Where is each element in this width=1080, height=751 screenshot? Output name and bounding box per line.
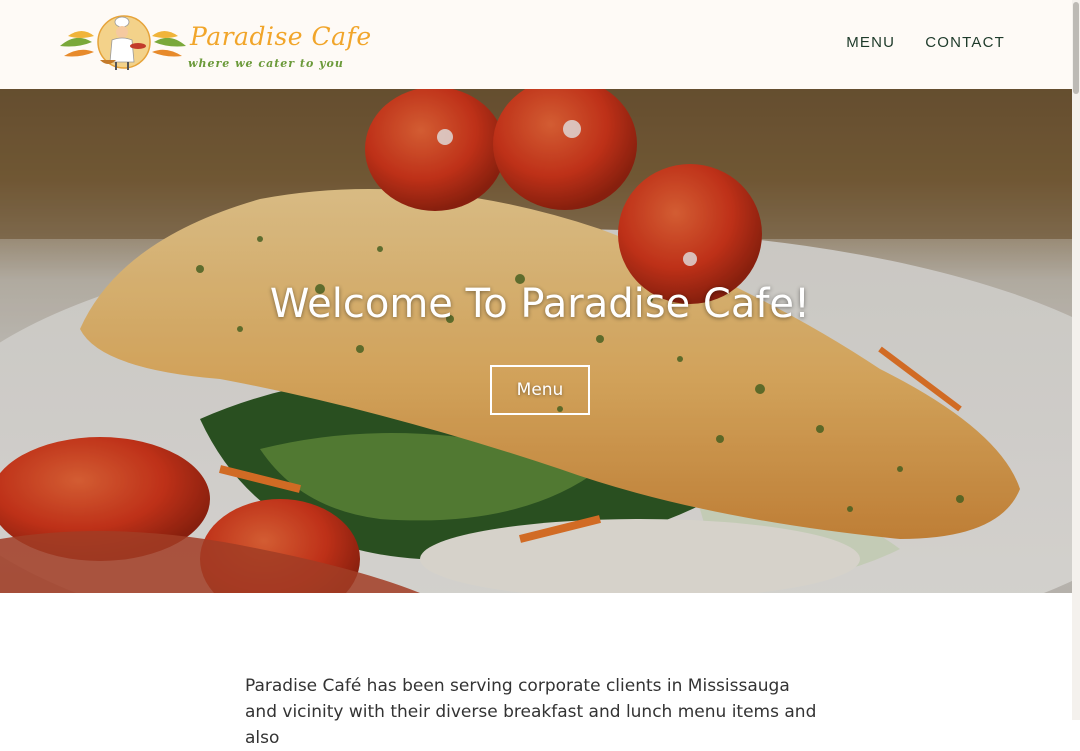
page-scrollbar[interactable] — [1072, 0, 1080, 720]
logo-link[interactable]: Paradise Cafe where we cater to you — [58, 12, 371, 76]
main-nav: MENU CONTACT — [846, 34, 1005, 51]
site-header: Paradise Cafe where we cater to you MENU… — [0, 0, 1072, 89]
chef-logo-icon — [60, 15, 186, 70]
intro-paragraph: Paradise Café has been serving corporate… — [245, 676, 817, 748]
hero-overlay — [0, 89, 1080, 593]
nav-contact-link[interactable]: CONTACT — [925, 34, 1005, 51]
hero-title: Welcome To Paradise Cafe! — [269, 281, 811, 327]
hero-menu-button[interactable]: Menu — [490, 365, 590, 415]
nav-menu-link[interactable]: MENU — [846, 34, 895, 51]
logo-title: Paradise Cafe — [190, 22, 372, 51]
hero-banner: Welcome To Paradise Cafe! Menu — [0, 89, 1080, 593]
scrollbar-thumb[interactable] — [1073, 2, 1079, 94]
logo-tagline: where we cater to you — [188, 57, 344, 70]
